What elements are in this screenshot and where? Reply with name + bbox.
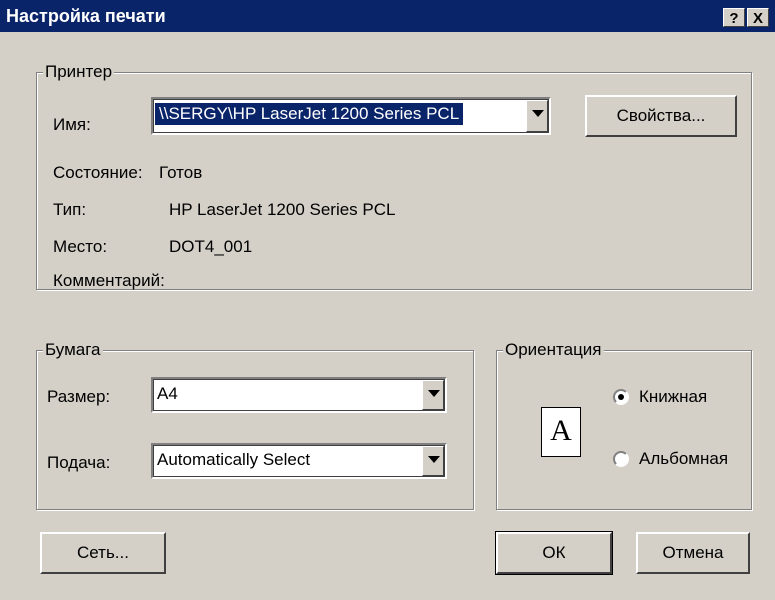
chevron-down-icon xyxy=(428,456,440,463)
network-button-label: Сеть... xyxy=(77,543,129,562)
status-value: Готов xyxy=(159,163,203,182)
type-value: HP LaserJet 1200 Series PCL xyxy=(169,200,396,219)
paper-size-label: Размер: xyxy=(47,387,111,406)
paper-source-value: Automatically Select xyxy=(157,450,311,469)
paper-size-select[interactable]: A4 xyxy=(151,377,447,413)
paper-group-legend: Бумага xyxy=(43,339,103,361)
comment-label: Комментарий: xyxy=(53,271,165,290)
paper-group: Бумага Размер: A4 Подача: Automatically … xyxy=(36,339,474,510)
location-value: DOT4_001 xyxy=(169,237,253,256)
printer-group-legend: Принтер xyxy=(43,61,115,83)
orientation-group: Ориентация A Книжная Альбомная xyxy=(496,339,752,510)
location-label: Место: xyxy=(53,237,108,256)
properties-button[interactable]: Свойства... xyxy=(585,95,737,137)
chevron-down-icon xyxy=(532,110,544,117)
print-setup-dialog: Настройка печати ? X Принтер Имя: \\SERG… xyxy=(0,0,775,600)
help-button[interactable]: ? xyxy=(723,8,745,27)
window-title: Настройка печати xyxy=(6,6,166,26)
cancel-button[interactable]: Отмена xyxy=(636,532,750,574)
close-button[interactable]: X xyxy=(747,8,769,27)
portrait-page-icon: A xyxy=(541,407,581,457)
ok-button[interactable]: ОК xyxy=(495,531,613,575)
chevron-down-icon xyxy=(428,390,440,397)
printer-name-dropdown-button[interactable] xyxy=(526,100,548,132)
printer-name-value: \\SERGY\HP LaserJet 1200 Series PCL xyxy=(155,103,464,125)
paper-source-label: Подача: xyxy=(47,453,111,472)
status-label: Состояние: xyxy=(53,163,143,182)
network-button[interactable]: Сеть... xyxy=(40,532,166,574)
portrait-radio[interactable] xyxy=(613,389,629,405)
printer-group: Принтер Имя: \\SERGY\HP LaserJet 1200 Se… xyxy=(36,61,752,290)
type-label: Тип: xyxy=(53,200,87,219)
ok-button-label: ОК xyxy=(542,543,566,562)
paper-source-dropdown-button[interactable] xyxy=(422,446,444,476)
portrait-label: Книжная xyxy=(639,387,708,406)
radio-selected-dot xyxy=(618,394,624,400)
orientation-group-legend: Ориентация xyxy=(503,339,604,361)
printer-name-label: Имя: xyxy=(53,115,91,134)
paper-size-value: A4 xyxy=(157,384,178,403)
paper-source-select[interactable]: Automatically Select xyxy=(151,443,447,479)
title-bar[interactable]: Настройка печати ? X xyxy=(0,0,775,32)
cancel-button-label: Отмена xyxy=(662,543,724,562)
properties-button-label: Свойства... xyxy=(616,106,706,125)
landscape-radio[interactable] xyxy=(613,451,629,467)
paper-size-dropdown-button[interactable] xyxy=(422,380,444,410)
landscape-label: Альбомная xyxy=(639,449,729,468)
printer-name-select[interactable]: \\SERGY\HP LaserJet 1200 Series PCL xyxy=(151,97,551,135)
